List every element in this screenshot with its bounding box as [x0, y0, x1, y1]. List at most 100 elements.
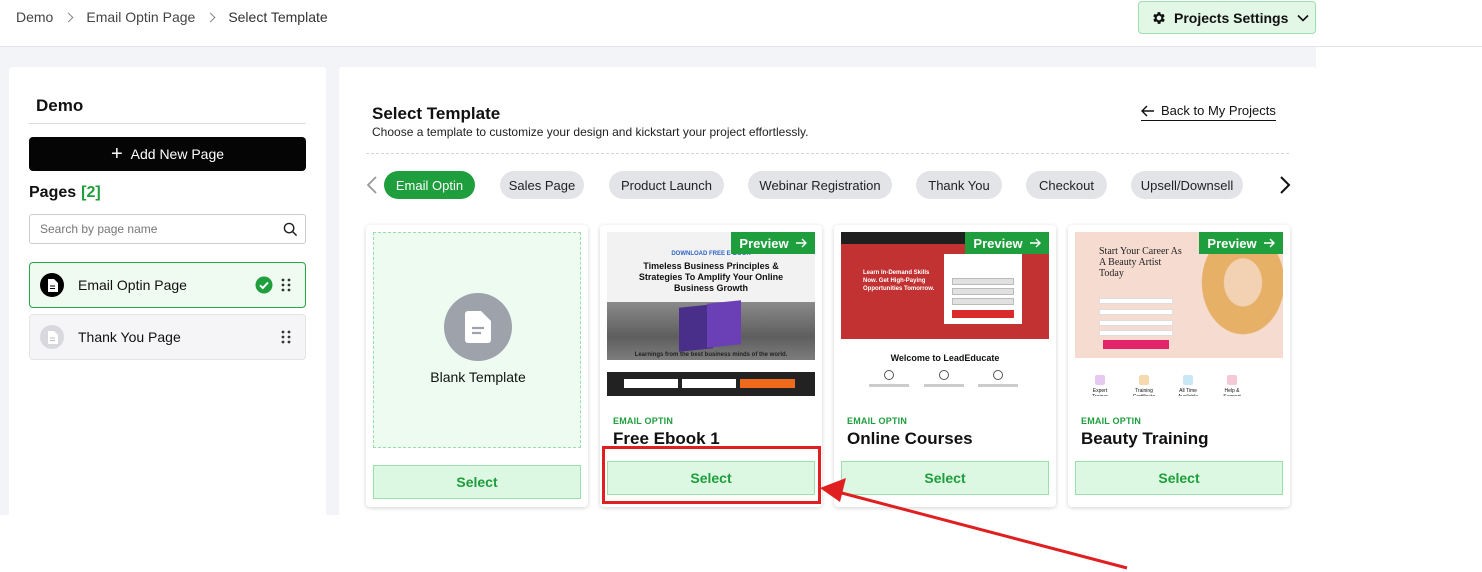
preview-button[interactable]: Preview: [731, 232, 815, 254]
add-new-page-label: Add New Page: [130, 146, 225, 162]
feature-label: All Time Available: [1178, 388, 1198, 396]
tab-webinar-registration[interactable]: Webinar Registration: [748, 171, 892, 199]
document-icon: [40, 325, 64, 349]
template-panel: Select Template Choose a template to cus…: [339, 67, 1316, 527]
thumbnail-input: [952, 278, 1014, 285]
pages-sidebar: Demo + Add New Page Pages[2] Email Optin…: [9, 67, 326, 527]
document-icon: [444, 293, 512, 361]
tab-thank-you[interactable]: Thank You: [916, 171, 1002, 199]
arrow-right-icon: [1029, 238, 1041, 248]
document-icon: [40, 273, 64, 297]
page-search: [29, 214, 306, 244]
template-category-tag: EMAIL OPTIN: [1081, 416, 1142, 426]
thumbnail-input: [624, 379, 678, 388]
tab-sales-page[interactable]: Sales Page: [500, 171, 584, 199]
thumbnail-input: [682, 379, 736, 388]
search-icon[interactable]: [283, 222, 298, 237]
arrow-right-icon: [795, 238, 807, 248]
thumbnail-input: [1099, 320, 1173, 326]
thumbnail-headline: Start Your Career As A Beauty Artist Tod…: [1099, 246, 1182, 279]
page-item-thank-you[interactable]: Thank You Page: [29, 314, 306, 360]
preview-label: Preview: [739, 235, 789, 251]
thumbnail-text: Learnings from the best business minds o…: [634, 352, 788, 358]
tab-upsell-downsell[interactable]: Upsell/Downsell: [1131, 171, 1243, 199]
breadcrumb-item-demo[interactable]: Demo: [16, 9, 53, 25]
tab-email-optin[interactable]: Email Optin: [384, 171, 475, 199]
plus-icon: +: [110, 143, 123, 165]
thumbnail-headline: Learn In-Demand Skills Now. Get High-Pay…: [863, 270, 935, 292]
chevron-right-icon: [205, 12, 216, 22]
select-button[interactable]: Select: [373, 465, 581, 499]
annotation-highlight-box: [602, 446, 821, 504]
project-title: Demo: [36, 96, 84, 115]
check-circle-icon: [255, 276, 273, 294]
gear-icon: [1153, 11, 1165, 24]
tab-checkout[interactable]: Checkout: [1026, 171, 1107, 199]
template-category-tag: EMAIL OPTIN: [847, 416, 908, 426]
template-card-blank: Blank Template Select: [366, 225, 588, 507]
template-category-tag: EMAIL OPTIN: [613, 416, 674, 426]
breadcrumb-item-email-optin-page[interactable]: Email Optin Page: [86, 9, 195, 25]
feature-label: Training Certificate: [1133, 388, 1156, 396]
book-image: [707, 300, 741, 348]
feature-icon: [993, 370, 1003, 380]
chevron-right-icon: [63, 12, 74, 22]
feature-icon: [884, 370, 894, 380]
thumbnail-button: [952, 310, 1014, 318]
breadcrumb: Demo Email Optin Page Select Template: [16, 9, 328, 25]
page-item-email-optin[interactable]: Email Optin Page: [29, 262, 306, 308]
template-thumbnail: Preview DOWNLOAD FREE E-BOOK Timeless Bu…: [607, 232, 815, 396]
preview-button[interactable]: Preview: [965, 232, 1049, 254]
divider: [29, 123, 306, 124]
page-item-label: Thank You Page: [78, 329, 181, 345]
back-to-projects-link[interactable]: Back to My Projects: [1141, 103, 1276, 121]
preview-label: Preview: [1207, 235, 1257, 251]
feature-icon: [939, 370, 949, 380]
template-card-online-courses: Preview Learn In-Demand Skills Now. Get …: [834, 225, 1056, 507]
add-new-page-button[interactable]: + Add New Page: [29, 137, 306, 171]
template-name: Online Courses: [847, 429, 973, 448]
pages-heading: Pages [2]: [29, 184, 101, 202]
chevron-left-icon[interactable]: [366, 175, 378, 195]
feature-label: Expert Trainer: [1092, 388, 1108, 396]
pages-count: [2]: [81, 184, 101, 201]
back-link-label: Back to My Projects: [1161, 103, 1276, 118]
thumbnail-text-lines: [924, 384, 964, 387]
projects-settings-label: Projects Settings: [1174, 9, 1289, 26]
projects-settings-button[interactable]: Projects Settings: [1138, 1, 1316, 34]
background-area: [0, 515, 1482, 572]
thumbnail-form: [944, 254, 1022, 324]
feature-icon: [1139, 375, 1149, 385]
tab-product-launch[interactable]: Product Launch: [609, 171, 724, 199]
drag-handle-icon[interactable]: [281, 278, 291, 292]
blank-template-label: Blank Template: [430, 369, 526, 385]
arrow-right-icon: [1263, 238, 1275, 248]
thumbnail-input: [1099, 330, 1173, 336]
page-subtitle: Choose a template to customize your desi…: [372, 125, 809, 139]
template-thumbnail: Preview Learn In-Demand Skills Now. Get …: [841, 232, 1049, 396]
feature-icon: [1095, 375, 1105, 385]
thumbnail-input: [952, 288, 1014, 295]
select-button[interactable]: Select: [841, 461, 1049, 495]
thumbnail-button: [1103, 340, 1169, 349]
thumbnail-text: Welcome to LeadEducate: [890, 353, 1000, 363]
feature-icon: [1227, 375, 1237, 385]
breadcrumb-item-current: Select Template: [228, 9, 328, 25]
blank-template-area[interactable]: Blank Template: [373, 232, 581, 448]
search-input[interactable]: [40, 222, 270, 236]
background-area: [1316, 47, 1482, 515]
template-card-beauty-training: Preview Start Your Career As A Beauty Ar…: [1068, 225, 1290, 507]
chevron-down-icon: [1297, 14, 1309, 22]
thumbnail-input: [1099, 309, 1173, 315]
chevron-right-icon[interactable]: [1279, 175, 1291, 195]
feature-label: Help & Support: [1223, 388, 1241, 396]
pages-heading-label: Pages: [29, 184, 77, 201]
page-item-label: Email Optin Page: [78, 277, 187, 293]
thumbnail-text-lines: [978, 384, 1018, 387]
divider: [366, 153, 1289, 154]
select-button[interactable]: Select: [1075, 461, 1283, 495]
drag-handle-icon[interactable]: [281, 330, 291, 344]
top-bar: Demo Email Optin Page Select Template Pr…: [0, 0, 1482, 47]
template-name: Beauty Training: [1081, 429, 1209, 448]
preview-button[interactable]: Preview: [1199, 232, 1283, 254]
